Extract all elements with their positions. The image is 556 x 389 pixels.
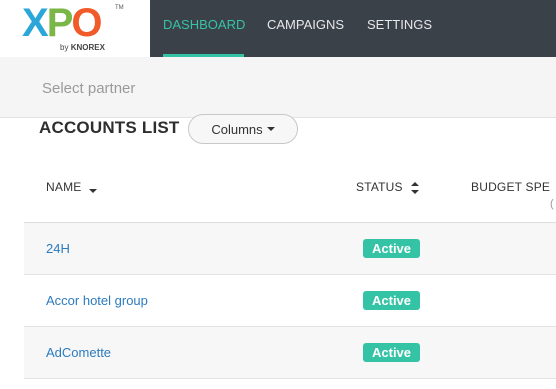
partner-bar: Select partner [0, 57, 556, 118]
tab-dashboard[interactable]: DASHBOARD [163, 0, 245, 57]
caret-down-icon [266, 127, 275, 131]
page-title: ACCOUNTS LIST [39, 118, 180, 137]
partner-select[interactable]: Select partner [42, 80, 135, 97]
account-name-link[interactable]: Accor hotel group [46, 293, 148, 308]
column-header-budget[interactable]: BUDGET SPE [471, 180, 556, 194]
tab-campaigns[interactable]: CAMPAIGNS [267, 0, 344, 57]
column-header-status[interactable]: STATUS [356, 180, 419, 194]
logo[interactable]: XPO TM by KNOREX [0, 0, 150, 57]
table-row[interactable]: Accor hotel group Active [24, 275, 556, 327]
account-name-link[interactable]: AdComette [46, 345, 111, 360]
status-badge: Active [363, 291, 421, 310]
sort-icon [410, 181, 419, 194]
top-navbar: XPO TM by KNOREX DASHBOARD CAMPAIGNS SET… [0, 0, 556, 57]
account-name-link[interactable]: 24H [46, 241, 70, 256]
columns-button[interactable]: Columns [188, 114, 298, 144]
status-badge: Active [363, 239, 421, 258]
logo-wordmark: XPO [22, 1, 103, 45]
logo-byline: by KNOREX [60, 43, 105, 52]
column-header-name[interactable]: NAME [46, 180, 98, 194]
column-header-budget-sub: ( [550, 198, 554, 210]
table-row[interactable]: 24H Active [24, 223, 556, 275]
status-badge: Active [363, 343, 421, 362]
tab-settings[interactable]: SETTINGS [367, 0, 432, 57]
sort-desc-icon [89, 189, 98, 193]
table-row[interactable]: AdComette Active [24, 327, 556, 379]
logo-trademark: TM [115, 5, 124, 11]
